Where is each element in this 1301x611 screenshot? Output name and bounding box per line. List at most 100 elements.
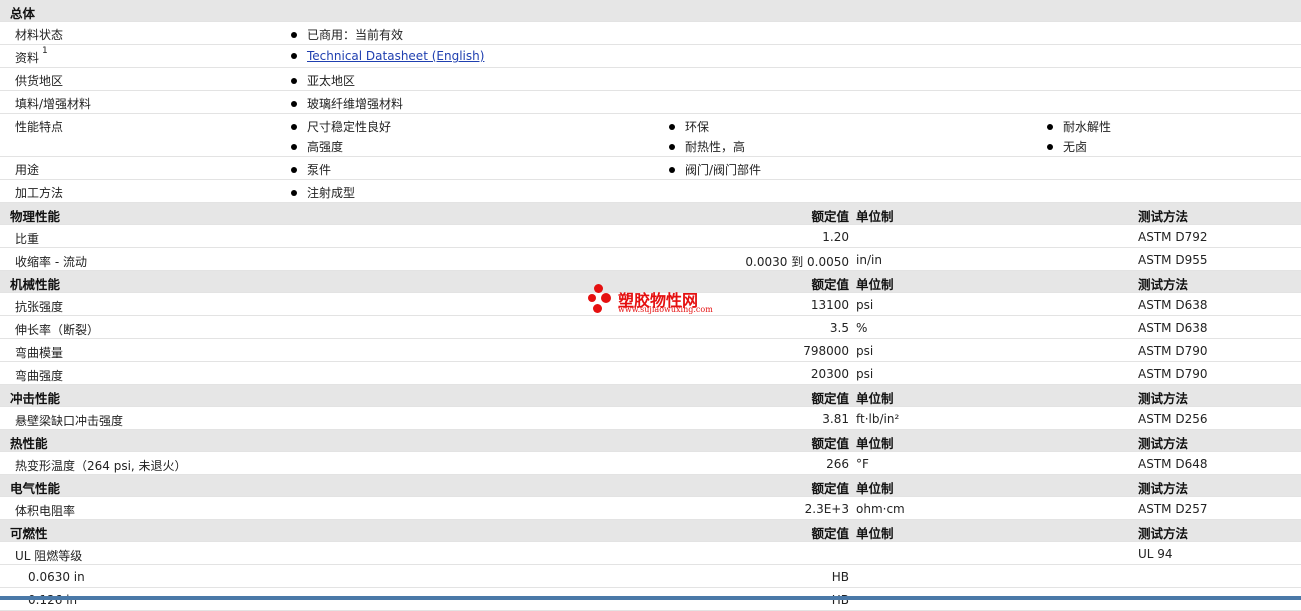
property-unit: % [856,321,868,335]
section-title: 可燃性 [10,526,48,541]
bullet-item: 耐热性，高 [669,138,745,155]
property-sections: 物理性能 额定值 单位制 测试方法 比重 1.20 ASTM D792 收缩率 - 流动 0.0… [0,203,1301,611]
bullet-item: 尺寸稳定性良好 [291,118,391,135]
property-value: 2.3E+3 [804,502,849,516]
property-unit: in/in [856,253,882,267]
property-value: HB [831,570,849,584]
section-title: 总体 [10,6,36,21]
row-label: 用途 [15,163,40,177]
property-label: 弯曲强度 [15,369,64,383]
property-row: 0.0630 in HB [0,565,1301,588]
property-row: UL 阻燃等级 UL 94 [0,542,1301,565]
general-row-features: 性能特点 尺寸稳定性良好 环保 耐水解性 高强度 耐热性，高 无卤 [0,114,1301,157]
header-value: 额定值 [811,277,849,292]
test-method: UL 94 [1138,547,1173,561]
watermark-logo: 塑胶物性网 www.sujiaowuxing.com [588,282,728,322]
section-header: 电气性能 额定值 单位制 测试方法 [0,475,1301,497]
row-label: 供货地区 [15,74,64,88]
property-unit: °F [856,457,869,471]
property-unit: ohm·cm [856,502,905,516]
general-row-filler: 填料/增强材料 玻璃纤维增强材料 [0,91,1301,114]
bullet-icon [291,32,297,38]
property-row: 热变形温度（264 psi, 未退火） 266 °F ASTM D648 [0,452,1301,475]
general-row-region: 供货地区 亚太地区 [0,68,1301,91]
header-method: 测试方法 [1138,391,1189,406]
bullet-item: 亚太地区 [291,72,355,89]
header-method: 测试方法 [1138,526,1189,541]
bullet-icon [291,101,297,107]
section-header-general: 总体 [0,0,1301,22]
header-value: 额定值 [811,526,849,541]
test-method: ASTM D257 [1138,502,1208,516]
header-unit: 单位制 [856,391,894,406]
property-row: 体积电阻率 2.3E+3 ohm·cm ASTM D257 [0,497,1301,520]
property-label: 抗张强度 [15,300,64,314]
section-title: 机械性能 [10,277,61,292]
section-header: 热性能 额定值 单位制 测试方法 [0,430,1301,452]
bullet-item: 玻璃纤维增强材料 [291,95,403,112]
section-header: 可燃性 额定值 单位制 测试方法 [0,520,1301,542]
bullet-icon [291,190,297,196]
bullet-icon [669,144,675,150]
header-method: 测试方法 [1138,277,1189,292]
row-label: 加工方法 [15,186,64,200]
header-value: 额定值 [811,481,849,496]
bullet-icon [1047,124,1053,130]
general-row-status: 材料状态 已商用：当前有效 [0,22,1301,45]
property-label: 0.0630 in [28,570,85,584]
bullet-icon [669,167,675,173]
section-header: 物理性能 额定值 单位制 测试方法 [0,203,1301,225]
test-method: ASTM D792 [1138,230,1208,244]
general-row-processing: 加工方法 注射成型 [0,180,1301,203]
bullet-icon [291,144,297,150]
section-title: 物理性能 [10,209,61,224]
bullet-icon [1047,144,1053,150]
bullet-icon [291,124,297,130]
property-row: 悬壁梁缺口冲击强度 3.81 ft·lb/in² ASTM D256 [0,407,1301,430]
property-unit: psi [856,344,874,358]
bullet-icon [291,53,297,59]
bullet-icon [291,167,297,173]
header-method: 测试方法 [1138,481,1189,496]
bottom-scroll-edge [0,596,1301,600]
bullet-item: 无卤 [1047,138,1087,155]
property-row: 弯曲模量 798000 psi ASTM D790 [0,339,1301,362]
footnote-marker: 1 [42,46,48,56]
header-method: 测试方法 [1138,209,1189,224]
property-unit: psi [856,367,874,381]
header-value: 额定值 [811,209,849,224]
property-label: 热变形温度（264 psi, 未退火） [15,459,187,473]
section-title: 热性能 [10,436,48,451]
property-label: 弯曲模量 [15,346,64,360]
property-value: 1.20 [822,230,849,244]
property-label: 体积电阻率 [15,504,76,518]
header-value: 额定值 [811,391,849,406]
bullet-icon [669,124,675,130]
test-method: ASTM D638 [1138,298,1208,312]
bullet-item: 环保 [669,118,709,135]
header-unit: 单位制 [856,481,894,496]
test-method: ASTM D790 [1138,367,1208,381]
section-title: 冲击性能 [10,391,61,406]
property-value: 0.0030 到 0.0050 [745,255,849,269]
bullet-item: 高强度 [291,138,343,155]
bullet-item: Technical Datasheet (English) [291,49,484,63]
property-label: 收缩率 - 流动 [15,255,87,269]
row-label: 性能特点 [15,120,64,134]
property-value: 3.5 [829,321,849,335]
header-value: 额定值 [811,436,849,451]
property-value: 266 [826,457,849,471]
test-method: ASTM D638 [1138,321,1208,335]
section-header: 冲击性能 额定值 单位制 测试方法 [0,385,1301,407]
row-label: 材料状态 [15,28,64,42]
header-unit: 单位制 [856,526,894,541]
bullet-item: 阀门/阀门部件 [669,161,761,178]
datasheet-link[interactable]: Technical Datasheet (English) [307,49,484,63]
header-unit: 单位制 [856,209,894,224]
property-row: 收缩率 - 流动 0.0030 到 0.0050 in/in ASTM D955 [0,248,1301,271]
property-value: 13100 [810,298,849,312]
bullet-item: 耐水解性 [1047,118,1111,135]
bullet-item: 注射成型 [291,184,355,201]
header-method: 测试方法 [1138,436,1189,451]
watermark-url: www.sujiaowuxing.com [618,305,713,314]
